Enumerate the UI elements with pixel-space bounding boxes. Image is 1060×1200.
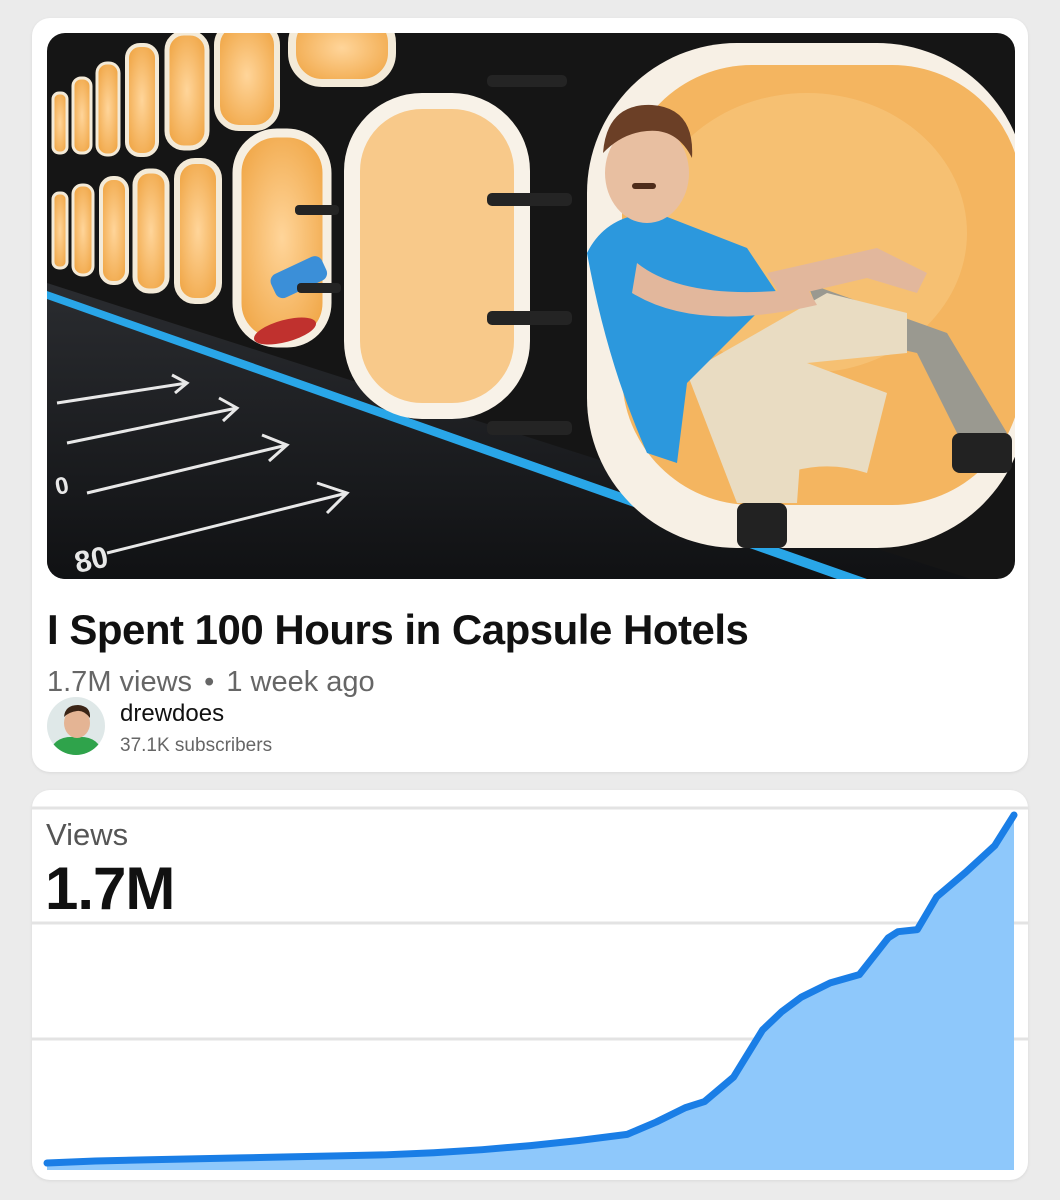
upload-age: 1 week ago [226,666,375,698]
views-area-fill [47,815,1014,1170]
channel-name[interactable]: drewdoes [120,700,224,728]
views-chart [32,806,1028,1170]
capsule-hotel-thumbnail[interactable]: 0 80 [47,33,1015,579]
svg-text:80: 80 [72,541,112,579]
metric-label: Views [46,817,129,852]
meta-separator: • [204,666,215,698]
channel-avatar[interactable] [47,697,105,755]
video-meta: 1.7M views • 1 week ago [47,666,375,699]
metric-value: 1.7M [45,855,175,922]
subscriber-count: 37.1K subscribers [120,735,273,756]
view-count: 1.7M views [47,666,193,698]
video-card[interactable]: 0 80 I Spent 100 Hours in Capsule Hotels… [32,18,1028,772]
views-stats-card[interactable]: Views 1.7M [32,790,1028,1180]
video-title[interactable]: I Spent 100 Hours in Capsule Hotels [47,606,749,654]
